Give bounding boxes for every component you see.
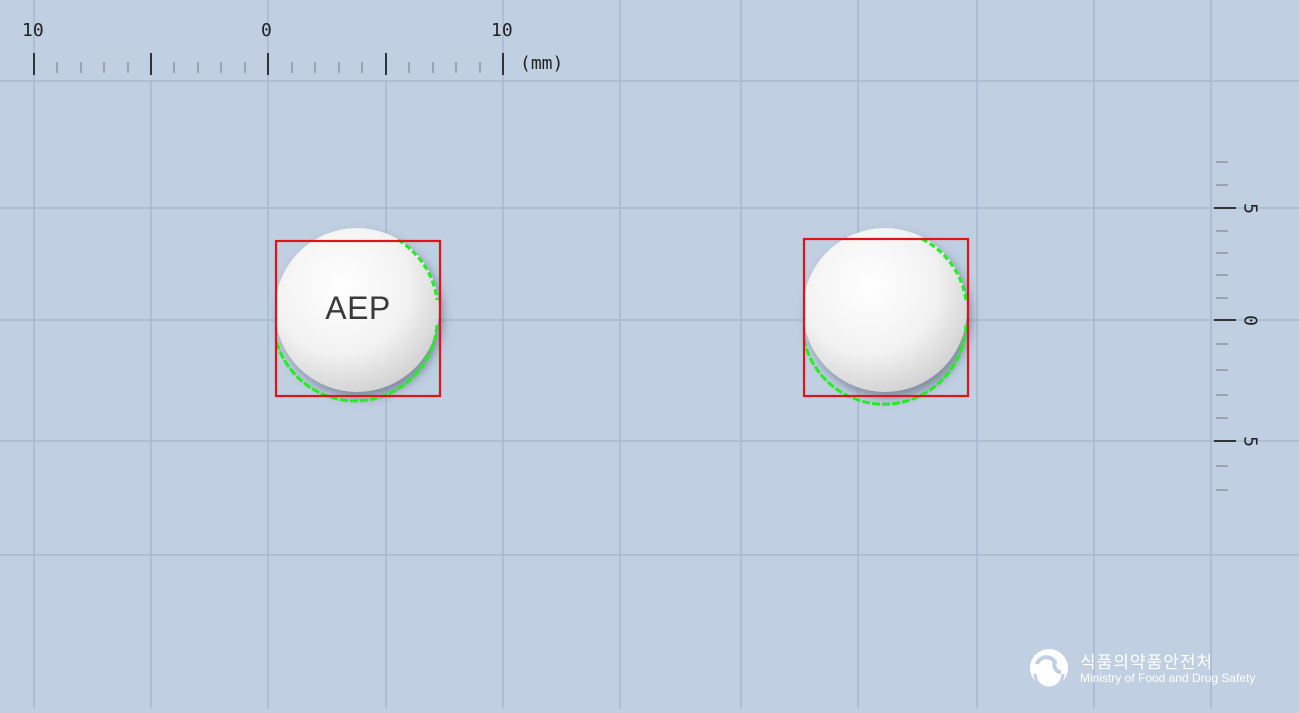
vruler-label-center: 0 [1239, 315, 1261, 326]
ruler-label-left: 10 [22, 20, 44, 41]
pill-svg [0, 0, 1299, 709]
vertical-ruler [1214, 207, 1236, 442]
ruler-label-right: 10 [491, 20, 513, 41]
pill-imprint: AEP [325, 290, 391, 326]
ruler-label-center: 0 [261, 20, 272, 41]
vruler-label-top: 5 [1239, 203, 1261, 214]
pill-back [802, 228, 970, 406]
grid [0, 0, 1299, 709]
pill-image-canvas: 10 0 10 (mm) 5 0 5 AEP 식품의약품안전처 Ministry… [0, 0, 1299, 709]
taegeuk-swirl-icon [1030, 649, 1068, 690]
vruler-label-bottom: 5 [1239, 436, 1261, 447]
logo-english-text: Ministry of Food and Drug Safety [1080, 671, 1256, 685]
ruler-unit: (mm) [520, 53, 564, 74]
logo-korean-text: 식품의약품안전처 [1080, 653, 1214, 673]
